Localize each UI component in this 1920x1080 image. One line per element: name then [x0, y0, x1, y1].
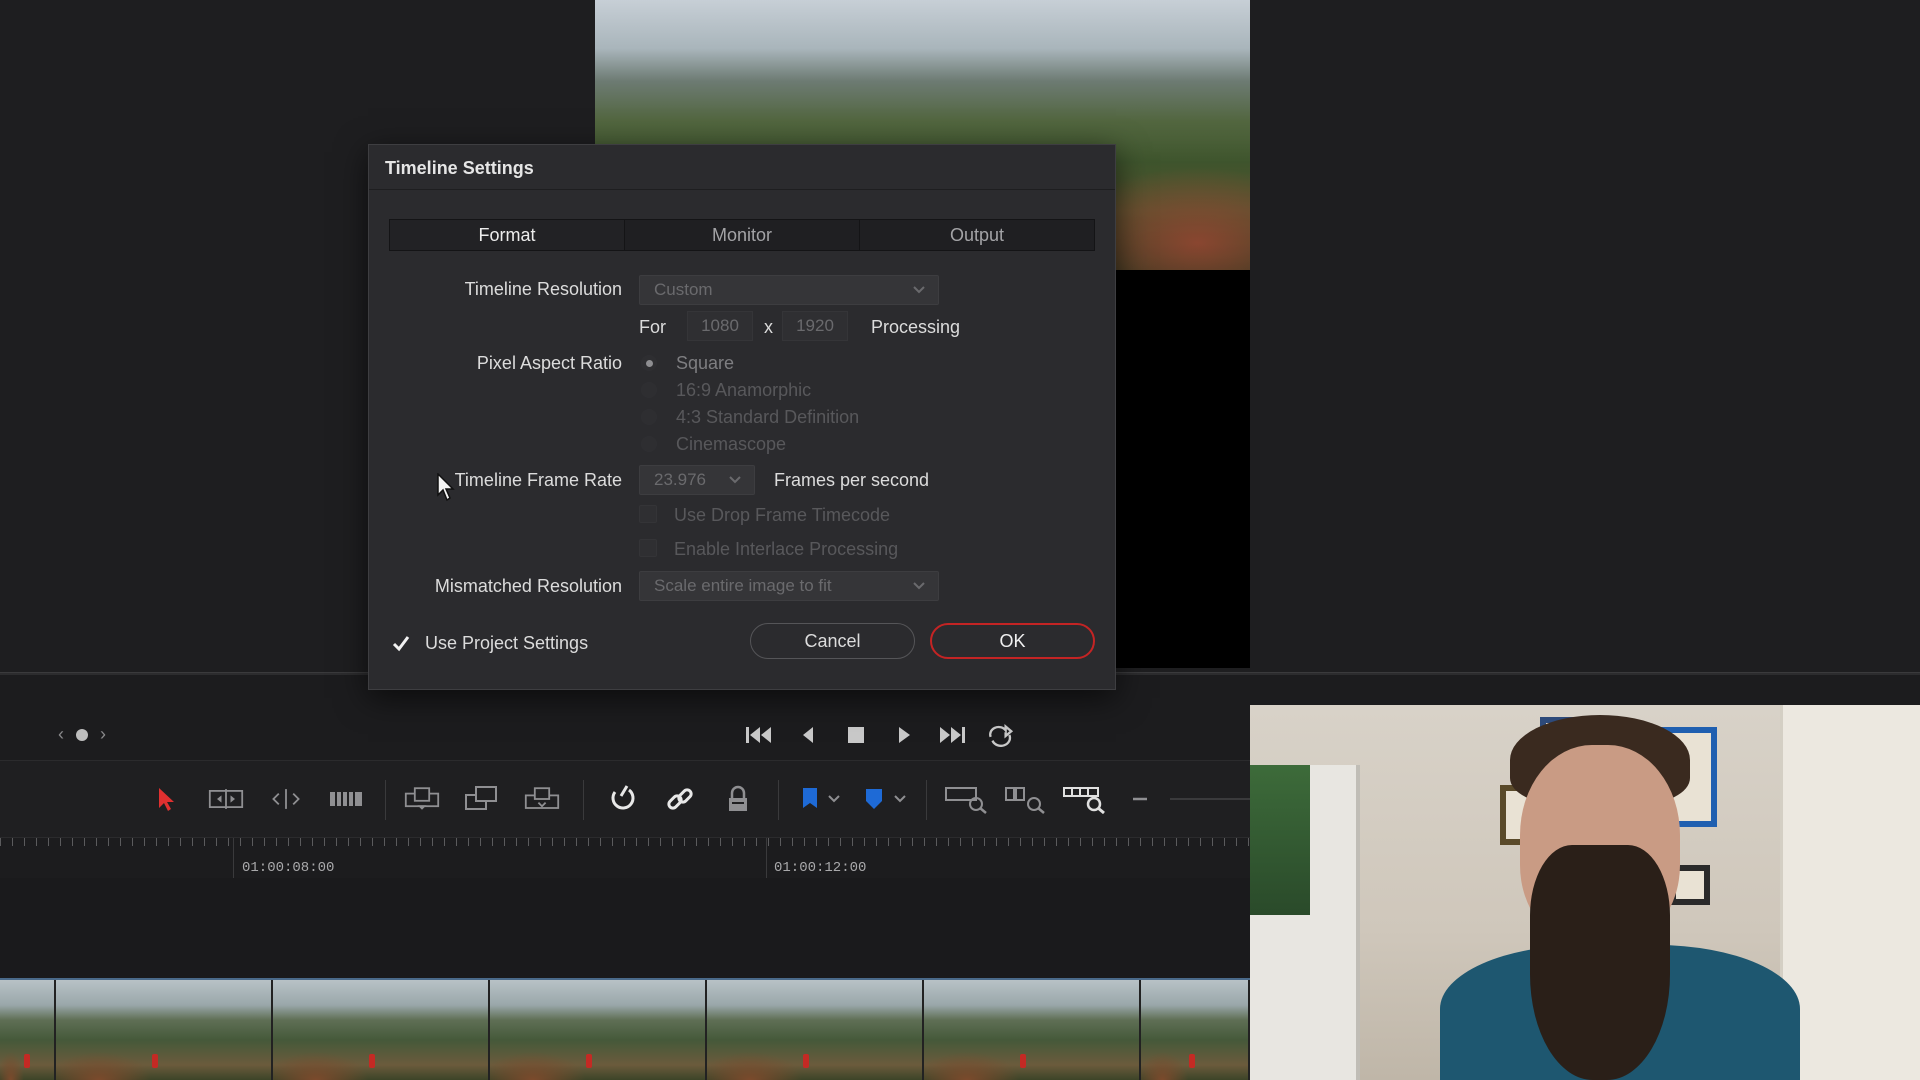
par-option-cinemascope[interactable]: Cinemascope [676, 434, 786, 455]
clip-thumbnail[interactable] [923, 980, 1141, 1080]
zoom-full-icon[interactable] [944, 782, 988, 816]
step-back-icon[interactable] [793, 720, 823, 750]
drop-frame-label[interactable]: Use Drop Frame Timecode [674, 505, 890, 526]
linked-selection-icon[interactable] [662, 782, 698, 816]
use-project-settings-checkbox[interactable] [391, 634, 410, 652]
clip-thumbnail[interactable] [0, 980, 56, 1080]
drop-frame-checkbox[interactable] [639, 505, 657, 523]
timeline-settings-dialog: Timeline Settings Format Monitor Output … [368, 144, 1116, 690]
position-lock-icon[interactable] [720, 782, 756, 816]
par-radio-anamorphic[interactable] [641, 382, 657, 398]
chevron-down-icon [912, 282, 926, 302]
dynamic-trim-icon[interactable] [268, 782, 304, 816]
interlace-label[interactable]: Enable Interlace Processing [674, 539, 898, 560]
par-radio-cinemascope[interactable] [641, 436, 657, 452]
marker-dropdown-icon[interactable] [888, 782, 912, 816]
ok-button[interactable]: OK [930, 623, 1095, 659]
background-monitor [1250, 765, 1310, 915]
trim-edit-icon[interactable] [208, 782, 244, 816]
chevron-down-icon [728, 472, 742, 492]
width-field[interactable]: 1080 [687, 311, 753, 341]
zoom-out-icon[interactable] [1120, 782, 1160, 816]
use-project-settings-label[interactable]: Use Project Settings [425, 633, 588, 654]
snapping-icon[interactable] [604, 782, 640, 816]
clip-thumbnail[interactable] [706, 980, 924, 1080]
par-option-anamorphic[interactable]: 16:9 Anamorphic [676, 380, 811, 401]
par-option-square[interactable]: Square [676, 353, 734, 374]
timeline-tracks[interactable] [0, 878, 1250, 978]
marker-icon[interactable] [856, 782, 892, 816]
timeline-ruler[interactable] [0, 838, 1250, 878]
webcam-overlay [1250, 705, 1920, 1080]
timecode-label: 01:00:12:00 [774, 860, 867, 876]
toolbar-divider [583, 780, 584, 820]
skip-to-start-icon[interactable] [745, 720, 775, 750]
for-label: For [639, 317, 666, 337]
clip-nav: ‹ › [58, 724, 106, 745]
replace-clip-icon[interactable] [524, 782, 560, 816]
pixel-aspect-ratio-label: Pixel Aspect Ratio [476, 353, 622, 373]
clip-thumbnail[interactable] [1140, 980, 1250, 1080]
zoom-slider[interactable] [1170, 798, 1250, 800]
blade-icon[interactable] [328, 782, 364, 816]
mismatched-resolution-label: Mismatched Resolution [434, 576, 622, 596]
par-radio-square[interactable] [641, 355, 657, 371]
tab-format[interactable]: Format [390, 220, 625, 250]
toolbar-divider [778, 780, 779, 820]
zoom-detail-icon[interactable] [1004, 782, 1048, 816]
mismatched-resolution-value: Scale entire image to fit [654, 576, 832, 595]
next-clip-icon[interactable]: › [100, 724, 106, 745]
loop-icon[interactable] [985, 720, 1015, 750]
flag-dropdown-icon[interactable] [822, 782, 846, 816]
app-window: ‹ › 01:00:08:00 01:00:12:00 Timeline Set… [0, 0, 1920, 1080]
timecode-label: 01:00:08:00 [242, 860, 335, 876]
height-field[interactable]: 1920 [782, 311, 848, 341]
presenter-beard [1530, 845, 1670, 1080]
video-clip-strip[interactable] [0, 978, 1250, 1080]
par-option-sd[interactable]: 4:3 Standard Definition [676, 407, 859, 428]
processing-label: Processing [871, 317, 961, 337]
dialog-title: Timeline Settings [385, 158, 534, 178]
par-radio-sd[interactable] [641, 409, 657, 425]
presenter [1430, 705, 1810, 1080]
prev-clip-icon[interactable]: ‹ [58, 724, 64, 745]
toolbar-divider [385, 780, 386, 820]
cancel-button[interactable]: Cancel [750, 623, 915, 659]
frame-rate-label: Timeline Frame Rate [454, 470, 622, 490]
timeline-resolution-value: Custom [654, 280, 713, 299]
toolbar-divider [926, 780, 927, 820]
insert-clip-icon[interactable] [404, 782, 440, 816]
title-divider [369, 189, 1115, 190]
tab-output[interactable]: Output [860, 220, 1094, 250]
frame-rate-value: 23.976 [654, 470, 706, 489]
frame-rate-unit: Frames per second [774, 470, 930, 490]
timeline-resolution-dropdown[interactable]: Custom [639, 275, 939, 305]
clip-thumbnail[interactable] [55, 980, 273, 1080]
stop-icon[interactable] [841, 720, 871, 750]
settings-tabs: Format Monitor Output [389, 219, 1095, 251]
zoom-custom-icon[interactable] [1062, 782, 1106, 816]
current-clip-dot[interactable] [76, 728, 88, 741]
clip-thumbnail[interactable] [489, 980, 707, 1080]
selection-arrow-icon[interactable] [148, 782, 184, 816]
chevron-down-icon [912, 578, 926, 598]
frame-rate-dropdown[interactable]: 23.976 [639, 465, 755, 495]
mouse-cursor-icon [437, 472, 457, 508]
interlace-checkbox[interactable] [639, 539, 657, 557]
mismatched-resolution-dropdown[interactable]: Scale entire image to fit [639, 571, 939, 601]
transport-controls [745, 720, 1015, 750]
checkmark-icon [392, 636, 410, 652]
overwrite-clip-icon[interactable] [464, 782, 500, 816]
skip-to-end-icon[interactable] [937, 720, 967, 750]
tab-monitor[interactable]: Monitor [625, 220, 860, 250]
clip-thumbnail[interactable] [272, 980, 490, 1080]
timeline-resolution-label: Timeline Resolution [464, 279, 622, 299]
play-icon[interactable] [889, 720, 919, 750]
x-label: x [764, 317, 773, 337]
